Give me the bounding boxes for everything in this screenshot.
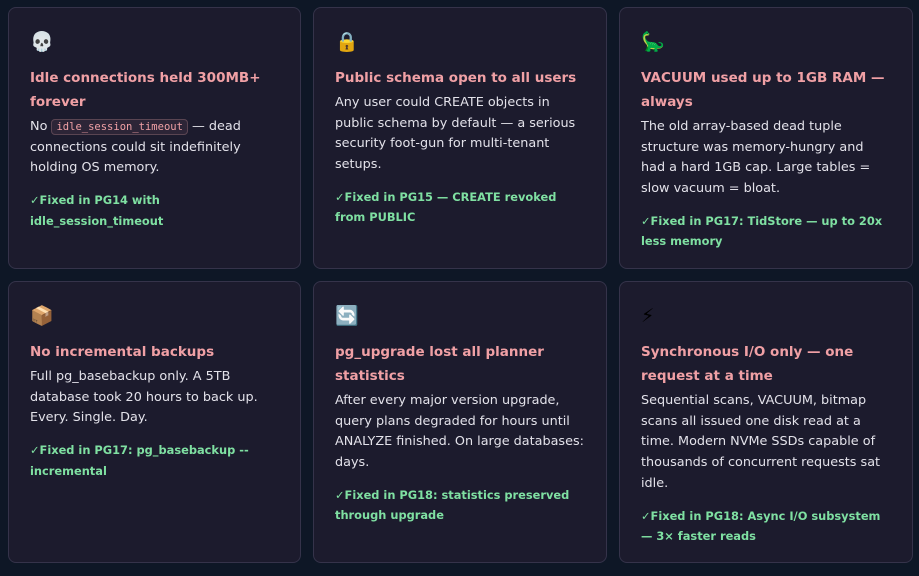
card-fix-note: ✓Fixed in PG18: statistics preserved thr…	[335, 487, 570, 523]
card-vacuum-memory: 🦕 VACUUM used up to 1GB RAM — always The…	[619, 7, 913, 269]
inline-code: idle_session_timeout	[51, 119, 188, 135]
card-idle-connections: 💀 Idle connections held 300MB+ forever N…	[8, 7, 301, 269]
card-title: pg_upgrade lost all planner statistics	[335, 344, 544, 384]
card-fix-note: ✓Fixed in PG14 with idle_session_timeout	[30, 193, 164, 228]
card-description: Sequential scans, VACUUM, bitmap scans a…	[641, 393, 881, 491]
skull-icon: 💀	[30, 31, 54, 53]
cards-grid: 💀 Idle connections held 300MB+ forever N…	[8, 7, 913, 565]
card-description: Any user could CREATE objects in public …	[335, 95, 576, 173]
card-title: Idle connections held 300MB+ forever	[30, 70, 261, 110]
card-fix-note: ✓Fixed in PG18: Async I/O subsystem — 3×…	[641, 508, 881, 544]
card-fix-note: ✓Fixed in PG15 — CREATE revoked from PUB…	[335, 189, 557, 225]
card-description: The old array-based dead tuple structure…	[641, 119, 871, 197]
card-description: After every major version upgrade, query…	[335, 393, 584, 471]
card-title: No incremental backups	[30, 344, 215, 360]
lock-icon: 🔒	[335, 31, 359, 53]
dinosaur-icon: 🦕	[641, 31, 665, 53]
card-pg-upgrade-statistics: 🔄 pg_upgrade lost all planner statistics…	[313, 281, 607, 563]
refresh-icon: 🔄	[335, 305, 359, 327]
lightning-icon: ⚡	[641, 305, 655, 327]
card-synchronous-io: ⚡ Synchronous I/O only — one request at …	[619, 281, 913, 563]
card-fix-note: ✓Fixed in PG17: TidStore — up to 20x les…	[641, 213, 883, 249]
card-title: VACUUM used up to 1GB RAM — always	[641, 70, 885, 110]
card-public-schema: 🔒 Public schema open to all users Any us…	[313, 7, 607, 269]
card-description: No idle_session_timeout — dead connectio…	[30, 117, 278, 179]
card-title: Public schema open to all users	[335, 70, 577, 86]
card-description-text: No	[30, 119, 52, 134]
card-description: Full pg_basebackup only. A 5TB database …	[30, 369, 258, 426]
card-title: Synchronous I/O only — one request at a …	[641, 344, 854, 384]
card-incremental-backups: 📦 No incremental backups Full pg_basebac…	[8, 281, 301, 563]
package-icon: 📦	[30, 305, 54, 327]
card-fix-note: ✓Fixed in PG17: pg_basebackup --incremen…	[30, 443, 249, 478]
